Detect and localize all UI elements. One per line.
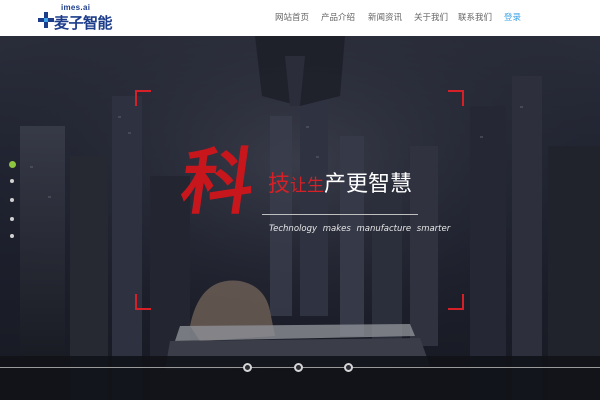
- slide-dot-1[interactable]: [9, 161, 16, 168]
- site-header: imes.ai 麦子智能 网站首页 产品介绍 新闻资讯 关于我们 联系我们 登录: [0, 0, 600, 36]
- hero-banner: 科 技让生产更智慧 Technology makes manufacture s…: [0, 36, 600, 400]
- frame-corner-bottom-right: [448, 294, 464, 310]
- nav-contact[interactable]: 联系我们: [458, 11, 492, 23]
- nav-about[interactable]: 关于我们: [414, 11, 448, 23]
- slide-dot-3[interactable]: [10, 198, 14, 202]
- frame-corner-top-left: [135, 90, 151, 106]
- headline-rest: 产更智慧: [324, 172, 413, 197]
- headline-rangsheng: 让生: [290, 176, 325, 196]
- timeline-node-2[interactable]: [294, 363, 303, 372]
- hero-subline: Technology makes manufacture smarter: [269, 224, 451, 234]
- hero-background-image: [0, 36, 600, 400]
- slide-dot-2[interactable]: [10, 179, 14, 183]
- nav-products[interactable]: 产品介绍: [321, 11, 355, 23]
- logo[interactable]: imes.ai 麦子智能: [38, 2, 118, 34]
- plus-cross-icon: [38, 12, 54, 28]
- timeline-node-1[interactable]: [243, 363, 252, 372]
- slide-dot-5[interactable]: [10, 234, 14, 238]
- logo-name: 麦子智能: [54, 14, 113, 32]
- nav-news[interactable]: 新闻资讯: [368, 11, 402, 23]
- timeline-node-3[interactable]: [344, 363, 353, 372]
- headline-divider: [262, 214, 418, 215]
- frame-corner-top-right: [448, 90, 464, 106]
- slide-dot-4[interactable]: [10, 217, 14, 221]
- hero-headline: 技让生产更智慧: [268, 174, 412, 196]
- headline-ji: 技: [268, 172, 291, 197]
- frame-corner-bottom-left: [135, 294, 151, 310]
- logo-domain: imes.ai: [61, 3, 91, 12]
- nav-home[interactable]: 网站首页: [275, 11, 309, 23]
- nav-login[interactable]: 登录: [504, 11, 521, 23]
- hero-big-character: 科: [176, 139, 261, 224]
